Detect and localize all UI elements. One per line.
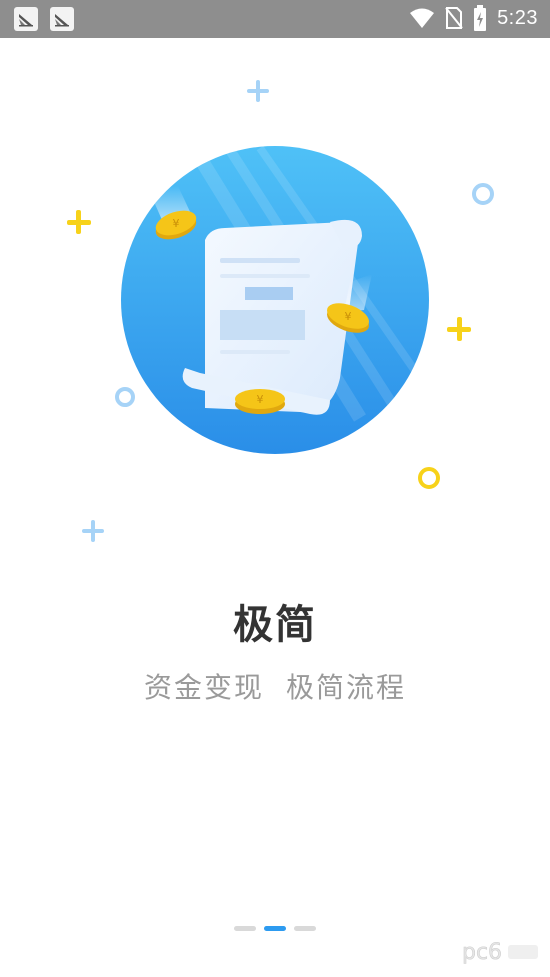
svg-text:¥: ¥ xyxy=(173,217,180,230)
watermark-logo: pc6 xyxy=(462,940,538,965)
onboarding-illustration: ¥ ¥ ¥ xyxy=(67,80,494,542)
status-time: 5:23 xyxy=(497,6,538,29)
page-indicator xyxy=(0,926,550,931)
page-dot[interactable] xyxy=(234,926,256,931)
svg-text:¥: ¥ xyxy=(257,393,264,406)
subtitle-part-2: 极简流程 xyxy=(286,671,407,704)
app-notification-icon xyxy=(14,7,38,31)
ring-icon xyxy=(418,467,440,489)
page-subtitle: 资金变现 极简流程 xyxy=(0,666,550,706)
wifi-icon xyxy=(410,8,435,28)
app-notification-icon xyxy=(50,7,74,31)
plus-icon xyxy=(447,317,471,341)
ring-icon xyxy=(115,387,135,407)
status-bar-notifications xyxy=(14,7,74,31)
plus-icon xyxy=(82,520,104,542)
plus-icon xyxy=(67,210,91,234)
no-sim-icon xyxy=(445,7,463,29)
svg-text:pc6: pc6 xyxy=(462,940,502,965)
coin-icon: ¥ xyxy=(235,389,285,414)
page-dot[interactable] xyxy=(294,926,316,931)
plus-icon xyxy=(247,80,269,102)
battery-charging-icon xyxy=(474,5,487,31)
status-bar: 5:23 xyxy=(0,0,550,38)
page-dot-active[interactable] xyxy=(264,926,286,931)
subtitle-part-1: 资金变现 xyxy=(143,671,264,704)
ring-icon xyxy=(472,183,494,205)
status-bar-system: 5:23 xyxy=(409,5,538,31)
svg-text:¥: ¥ xyxy=(345,310,352,323)
page-title: 极简 xyxy=(233,602,317,648)
